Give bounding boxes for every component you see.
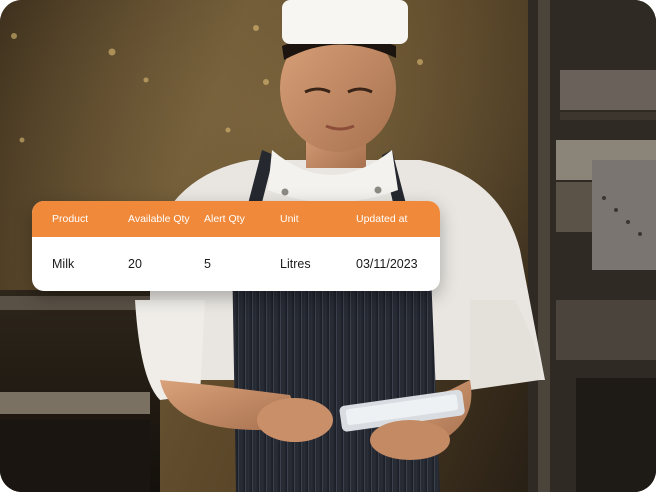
cell-available-qty: 20	[128, 257, 142, 271]
cell-alert-qty: 5	[204, 257, 211, 271]
column-header-alert-qty: Alert Qty	[204, 213, 245, 225]
cell-updated-at: 03/11/2023	[356, 257, 418, 271]
column-header-product: Product	[52, 213, 89, 225]
cell-unit: Litres	[280, 257, 311, 271]
column-header-updated-at: Updated at	[356, 213, 408, 225]
column-header-available-qty: Available Qty	[128, 213, 190, 225]
table-row: Milk 20 5 Litres 03/11/2023	[32, 237, 440, 291]
hero-image-frame: Product Available Qty Alert Qty Unit Upd…	[0, 0, 656, 492]
stock-alert-card: Product Available Qty Alert Qty Unit Upd…	[32, 201, 440, 291]
column-header-unit: Unit	[280, 213, 299, 225]
table-header: Product Available Qty Alert Qty Unit Upd…	[32, 201, 440, 237]
cell-product: Milk	[52, 257, 75, 271]
